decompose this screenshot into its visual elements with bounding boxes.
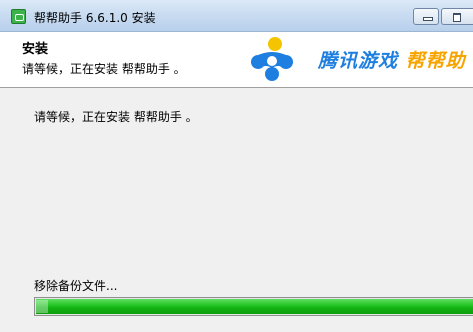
install-status: 移除备份文件... <box>34 279 118 293</box>
page-title: 安装 <box>22 42 49 57</box>
gamepad-icon <box>11 9 26 24</box>
minimize-button[interactable] <box>413 8 439 25</box>
minimize-icon <box>423 17 433 21</box>
title-bar[interactable]: 帮帮助手 6.6.1.0 安装 <box>0 0 473 32</box>
brand-primary-text: 腾讯游戏 <box>318 50 399 72</box>
tencent-games-logo-icon <box>251 37 293 81</box>
maximize-button[interactable] <box>441 8 473 25</box>
install-message: 请等候，正在安装 帮帮助手 。 <box>34 110 198 124</box>
brand-secondary-text: 帮帮助 <box>405 50 466 72</box>
window-title: 帮帮助手 6.6.1.0 安装 <box>34 11 156 25</box>
installer-header: 安装 请等候，正在安装 帮帮助手 。 腾讯游戏 帮帮助 <box>0 32 473 88</box>
brand-wordmark: 腾讯游戏 帮帮助 <box>318 46 466 73</box>
install-progress-fill <box>36 299 473 314</box>
install-progress-bar <box>34 297 473 316</box>
page-subtitle: 请等候，正在安装 帮帮助手 。 <box>22 62 186 76</box>
maximize-icon <box>453 13 461 22</box>
